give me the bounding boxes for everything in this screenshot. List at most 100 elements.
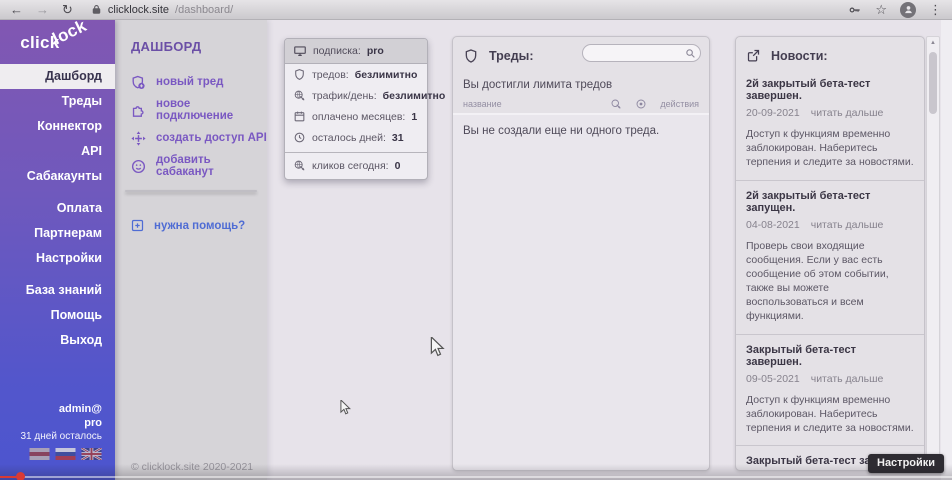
traffic-row: трафик/день: безлимитно xyxy=(285,85,427,106)
add-subaccount-button[interactable]: добавить сабаканут xyxy=(115,152,267,180)
browser-toolbar: ← → ↻ clicklock.site/dashboard/ ☆ xyxy=(0,0,952,20)
subscription-card: подписка: pro тредов: безлимитно трафик/… xyxy=(284,38,428,180)
logo[interactable]: clicklock xyxy=(0,20,115,64)
sidebar-menu: Дашборд Треды Коннектор API Сабакаунты О… xyxy=(0,64,115,353)
news-item: Закрытый бета-тест завершен. 09-05-2021 … xyxy=(736,334,924,446)
forward-button[interactable]: → xyxy=(36,3,49,16)
reload-button[interactable]: ↻ xyxy=(62,3,73,16)
key-icon[interactable] xyxy=(848,3,862,17)
subscription-label: подписка: xyxy=(313,45,361,57)
news-item-title: Закрытый бета-тест завершен. xyxy=(746,344,914,368)
news-header: Новости: xyxy=(736,37,924,65)
flag-by-icon[interactable] xyxy=(29,448,50,460)
read-more-link[interactable]: читать дальше xyxy=(811,219,884,231)
new-connection-label: новое подключение xyxy=(156,98,267,122)
face-icon xyxy=(130,158,147,175)
new-connection-button[interactable]: новое подключение xyxy=(115,96,267,124)
sidebar-item-help[interactable]: Помощь xyxy=(0,303,115,328)
browser-menu-icon[interactable]: ⋮ xyxy=(929,3,942,16)
sidebar-item-api[interactable]: API xyxy=(0,139,115,164)
address-bar[interactable]: clicklock.site/dashboard/ xyxy=(91,4,233,16)
news-title: Новости: xyxy=(771,49,828,63)
account-email: admin@ xyxy=(21,402,103,416)
create-api-access-button[interactable]: создать доступ API xyxy=(115,124,267,152)
news-item-date: 20-09-2021 xyxy=(746,107,800,119)
divider xyxy=(125,190,257,192)
app-window: ← → ↻ clicklock.site/dashboard/ ☆ xyxy=(0,0,952,480)
row-value: 1 xyxy=(411,111,417,123)
page-gutter xyxy=(941,20,952,480)
url-path: /dashboard/ xyxy=(175,4,233,16)
news-panel: Новости: 2й закрытый бета-тест завершен.… xyxy=(735,36,925,471)
threads-limit-notice: Вы достигли лимита тредов xyxy=(453,66,709,91)
sidebar: clicklock Дашборд Треды Коннектор API Са… xyxy=(0,20,115,480)
account-plan: pro xyxy=(21,416,103,430)
news-scrollbar[interactable]: ▲ ▼ xyxy=(926,36,940,471)
shield-icon xyxy=(463,48,479,64)
sidebar-item-threads[interactable]: Треды xyxy=(0,89,115,114)
globe-cursor-icon xyxy=(293,89,306,102)
video-playhead[interactable] xyxy=(16,472,25,480)
sidebar-item-knowledge-base[interactable]: База знаний xyxy=(0,278,115,303)
create-api-access-label: создать доступ API xyxy=(156,132,267,144)
url-domain: clicklock.site xyxy=(108,4,169,16)
news-item-date: 04-08-2021 xyxy=(746,219,800,231)
row-value: безлимитно xyxy=(383,90,446,102)
need-help-link[interactable]: нужна помощь? xyxy=(115,218,267,233)
row-label: осталось дней: xyxy=(312,132,386,144)
news-list: 2й закрытый бета-тест завершен. 20-09-20… xyxy=(736,69,924,471)
news-item: 2й закрытый бета-тест завершен. 20-09-20… xyxy=(736,69,924,180)
news-item-body: Проверь свои входящие сообщения. Если у … xyxy=(746,239,914,324)
add-subaccount-label: добавить сабаканут xyxy=(156,154,267,178)
column-actions-label: действия xyxy=(660,99,699,109)
threads-table-header: название действия xyxy=(453,91,709,113)
news-item-title: 2й закрытый бета-тест запущен. xyxy=(746,190,914,214)
sidebar-item-partners[interactable]: Партнерам xyxy=(0,221,115,246)
flag-uk-icon[interactable] xyxy=(81,448,102,460)
read-more-link[interactable]: читать дальше xyxy=(811,107,884,119)
clock-icon xyxy=(293,131,306,144)
threads-header: Треды: xyxy=(453,37,709,66)
lock-icon xyxy=(91,4,102,15)
sidebar-item-settings[interactable]: Настройки xyxy=(0,246,115,271)
news-item-date: 09-05-2021 xyxy=(746,373,800,385)
column-name-label: название xyxy=(463,99,502,109)
row-label: кликов сегодня: xyxy=(312,160,389,172)
calendar-icon xyxy=(293,110,306,123)
row-value: безлимитно xyxy=(355,69,418,81)
puzzle-icon xyxy=(130,102,147,119)
scroll-up-arrow[interactable]: ▲ xyxy=(927,37,939,49)
sidebar-item-logout[interactable]: Выход xyxy=(0,328,115,353)
news-item-title: 2й закрытый бета-тест завершен. xyxy=(746,78,914,102)
profile-avatar[interactable] xyxy=(900,2,916,18)
sidebar-item-dashboard[interactable]: Дашборд xyxy=(0,64,115,89)
paid-months-row: оплачено месяцев: 1 xyxy=(285,106,427,127)
account-days-left: 31 дней осталось xyxy=(21,430,103,444)
read-more-link[interactable]: читать дальше xyxy=(811,373,884,385)
sidebar-item-connector[interactable]: Коннектор xyxy=(0,114,115,139)
threads-panel: Треды: Вы достигли лимита тредов названи… xyxy=(452,36,710,471)
account-summary: admin@ pro 31 дней осталось xyxy=(21,402,103,444)
need-help-label: нужна помощь? xyxy=(154,220,245,232)
video-progress-track[interactable] xyxy=(0,476,952,478)
row-label: трафик/день: xyxy=(312,90,377,102)
row-label: тредов: xyxy=(312,69,349,81)
row-value: 0 xyxy=(395,160,401,172)
target-icon xyxy=(635,98,647,110)
threads-title: Треды: xyxy=(489,49,534,63)
scrollbar-thumb[interactable] xyxy=(929,52,937,114)
flag-ru-icon[interactable] xyxy=(55,448,76,460)
sidebar-item-subaccounts[interactable]: Сабакаунты xyxy=(0,164,115,189)
logo-lock: lock xyxy=(49,16,89,49)
threads-search-input[interactable] xyxy=(582,44,701,62)
subscription-plan-value: pro xyxy=(367,45,384,57)
threads-empty-message: Вы не создали еще ни одного треда. xyxy=(453,115,709,147)
back-button[interactable]: ← xyxy=(10,3,23,16)
subscription-header: подписка: pro xyxy=(285,39,427,64)
settings-button[interactable]: Настройки xyxy=(868,454,944,473)
move-arrows-icon xyxy=(130,130,147,147)
shield-plus-icon xyxy=(130,74,147,91)
new-thread-button[interactable]: новый тред xyxy=(115,68,267,96)
bookmark-star-icon[interactable]: ☆ xyxy=(875,3,887,16)
sidebar-item-payment[interactable]: Оплата xyxy=(0,196,115,221)
